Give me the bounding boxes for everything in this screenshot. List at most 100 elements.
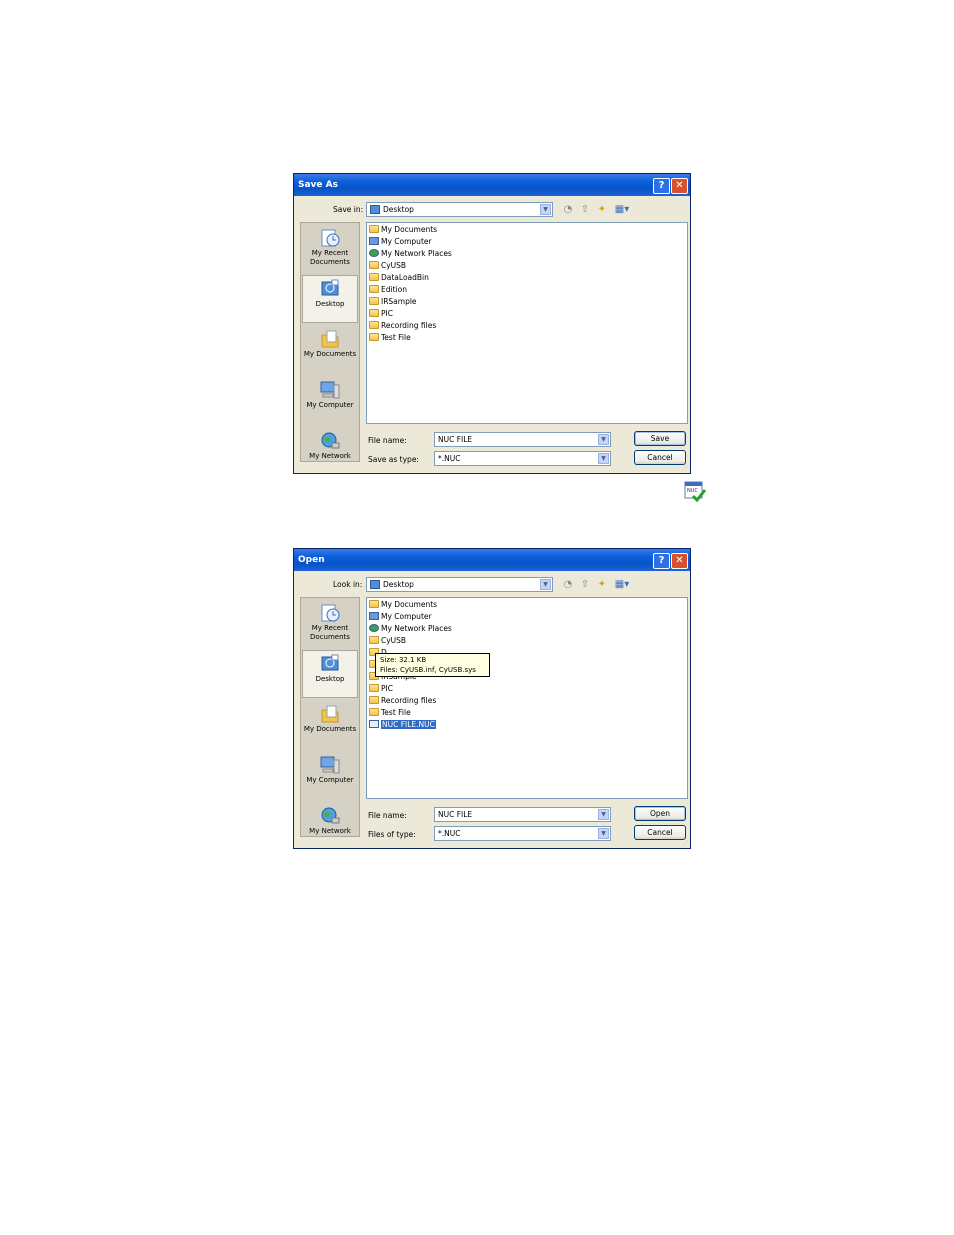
files-of-type-select[interactable]: *.NUC ▼ (434, 826, 611, 841)
folder-icon (369, 309, 379, 317)
save-as-type-select[interactable]: *.NUC ▼ (434, 451, 611, 466)
file-name: PIC (381, 309, 393, 318)
file-name: My Documents (381, 600, 438, 609)
file-list[interactable]: My Documents My Computer My Network Plac… (366, 597, 688, 799)
place-label: My Computer (306, 776, 354, 784)
file-name-field[interactable]: NUC FILE ▼ (434, 807, 611, 822)
save-button[interactable]: Save (634, 431, 686, 446)
place-my-network[interactable]: My Network (302, 428, 358, 473)
list-item[interactable]: My Computer (369, 236, 432, 248)
file-name: Test File (381, 708, 411, 717)
open-button[interactable]: Open (634, 806, 686, 821)
file-name: DataLoadBin (381, 273, 429, 282)
network-globe-icon (321, 432, 340, 449)
network-globe-icon (321, 807, 340, 824)
place-desktop[interactable]: Desktop (302, 275, 358, 323)
place-my-documents[interactable]: My Documents (302, 326, 358, 374)
my-documents-icon (321, 330, 339, 348)
place-recent-documents[interactable]: My Recent Documents (302, 225, 358, 273)
save-in-combo[interactable]: Desktop ▼ (366, 202, 553, 217)
file-name: PIC (381, 684, 393, 693)
list-item[interactable]: Recording files (369, 320, 436, 332)
folder-icon (369, 285, 379, 293)
chevron-down-icon[interactable]: ▼ (540, 204, 551, 215)
list-item[interactable]: Edition (369, 284, 407, 296)
up-folder-icon[interactable]: ⇧ (578, 203, 592, 217)
list-item[interactable]: CyUSB (369, 260, 406, 272)
help-button[interactable]: ? (653, 553, 670, 569)
list-item[interactable]: CyUSB (369, 635, 406, 647)
place-my-computer[interactable]: My Computer (302, 752, 358, 800)
file-name: My Network Places (381, 249, 452, 258)
list-item[interactable]: My Documents (369, 599, 437, 611)
list-item[interactable]: DataLoadBin (369, 272, 429, 284)
chevron-down-icon[interactable]: ▼ (598, 828, 609, 839)
close-button[interactable]: ✕ (671, 553, 688, 569)
list-item[interactable]: PIC (369, 683, 393, 695)
list-item[interactable]: My Documents (369, 224, 437, 236)
file-name: IRSample (381, 297, 417, 306)
list-item[interactable]: My Network Places (369, 248, 452, 260)
place-label: Desktop (315, 300, 345, 308)
place-recent-documents[interactable]: My Recent Documents (302, 600, 358, 648)
list-item[interactable]: My Network Places (369, 623, 452, 635)
save-in-label: Save in: (333, 205, 364, 214)
file-name-value[interactable]: NUC FILE (438, 435, 472, 444)
place-label: My Documents (303, 350, 357, 358)
desktop-icon (370, 205, 380, 214)
back-icon[interactable]: ◔ (561, 203, 575, 217)
chevron-down-icon[interactable]: ▼ (598, 434, 609, 445)
desktop-icon (321, 279, 339, 296)
cancel-button[interactable]: Cancel (634, 450, 686, 465)
resize-grip[interactable]: ⋰ (682, 840, 690, 848)
place-desktop[interactable]: Desktop (302, 650, 358, 698)
close-button[interactable]: ✕ (671, 178, 688, 194)
view-menu-icon[interactable]: ▦▾ (613, 578, 631, 592)
place-label: My Network (309, 827, 351, 835)
file-list[interactable]: My Documents My Computer My Network Plac… (366, 222, 688, 424)
network-places-icon (369, 249, 379, 257)
folder-icon (369, 708, 379, 716)
place-label: My Network (309, 452, 351, 460)
my-computer-icon (369, 612, 379, 620)
file-name-value[interactable]: NUC FILE (438, 810, 472, 819)
chevron-down-icon[interactable]: ▼ (598, 809, 609, 820)
folder-icon (369, 636, 379, 644)
desktop-icon (321, 654, 339, 671)
new-folder-icon[interactable]: ✦ (595, 203, 609, 217)
look-in-label: Look in: (333, 580, 363, 589)
chevron-down-icon[interactable]: ▼ (598, 453, 609, 464)
back-icon[interactable]: ◔ (561, 578, 575, 592)
list-item[interactable]: Recording files (369, 695, 436, 707)
title-bar[interactable]: Save As ? ✕ (294, 174, 690, 196)
my-documents-icon (369, 600, 379, 608)
my-computer-icon (320, 756, 340, 774)
place-my-network[interactable]: My Network (302, 803, 358, 848)
place-my-documents[interactable]: My Documents (302, 701, 358, 749)
files-of-type-value: *.NUC (438, 829, 461, 838)
list-item[interactable]: IRSample (369, 296, 417, 308)
title-bar[interactable]: Open ? ✕ (294, 549, 690, 571)
look-in-combo[interactable]: Desktop ▼ (366, 577, 553, 592)
file-name: My Documents (381, 225, 438, 234)
chevron-down-icon[interactable]: ▼ (540, 579, 551, 590)
file-name: My Network Places (381, 624, 452, 633)
list-item-selected[interactable]: NUC FILE.NUC (369, 719, 436, 731)
place-my-computer[interactable]: My Computer (302, 377, 358, 425)
view-menu-icon[interactable]: ▦▾ (613, 203, 631, 217)
cancel-button[interactable]: Cancel (634, 825, 686, 840)
help-button[interactable]: ? (653, 178, 670, 194)
save-as-dialog: Save As ? ✕ Save in: Desktop ▼ ◔ ⇧ ✦ ▦▾ … (293, 173, 691, 474)
resize-grip[interactable]: ⋰ (682, 465, 690, 473)
file-name-field[interactable]: NUC FILE ▼ (434, 432, 611, 447)
file-name: CyUSB (381, 636, 407, 645)
file-name-label: File name: (368, 436, 407, 445)
up-folder-icon[interactable]: ⇧ (578, 578, 592, 592)
list-item[interactable]: Test File (369, 332, 411, 344)
list-item[interactable]: Test File (369, 707, 411, 719)
list-item[interactable]: My Computer (369, 611, 432, 623)
desktop-icon (370, 580, 380, 589)
new-folder-icon[interactable]: ✦ (595, 578, 609, 592)
dialog-title: Open (298, 555, 325, 565)
list-item[interactable]: PIC (369, 308, 393, 320)
